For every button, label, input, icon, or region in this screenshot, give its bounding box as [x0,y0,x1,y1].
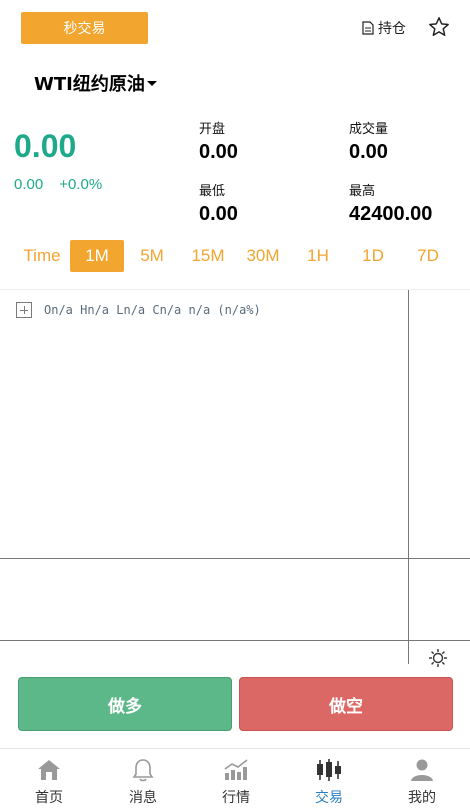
kline-chart[interactable]: On/a Hn/a Ln/a Cn/a n/a (n/a%) [0,289,470,668]
tab-home-label: 首页 [35,790,63,806]
holdings-label: 持仓 [378,21,406,37]
open-label: 开盘 [199,122,226,137]
chart-crosshair-vertical [408,290,409,664]
tab-trade-label: 交易 [315,790,343,806]
home-icon [37,757,61,783]
low-value: 0.00 [199,203,238,225]
timeframe-5m[interactable]: 5M [126,240,178,272]
tab-home[interactable]: 首页 [2,757,96,807]
bottom-tab-bar: 首页 消息 行情 交易 我的 [0,748,470,811]
low-label: 最低 [199,184,226,199]
buy-long-button[interactable]: 做多 [18,677,232,731]
sell-short-button[interactable]: 做空 [239,677,453,731]
ohlc-readout: On/a Hn/a Ln/a Cn/a n/a (n/a%) [44,303,261,317]
timeframe-1h[interactable]: 1H [292,240,344,272]
tab-market[interactable]: 行情 [189,757,283,807]
bell-icon [132,757,154,783]
holdings-link[interactable]: 持仓 [362,18,406,38]
high-label: 最高 [349,184,376,199]
market-chart-icon [223,757,249,783]
change-value: 0.00 [14,176,44,193]
high-value: 42400.00 [349,203,433,225]
symbol-name: WTI纽约原油 [34,74,145,95]
settings-gear-icon[interactable] [428,648,448,668]
timeframe-1m[interactable]: 1M [70,240,124,272]
volume-value: 0.00 [349,141,388,163]
top-bar: 秒交易 持仓 [0,0,470,58]
user-icon [410,757,434,783]
symbol-selector[interactable]: WTI纽约原油 [34,70,157,96]
chart-legend: On/a Hn/a Ln/a Cn/a n/a (n/a%) [16,302,261,318]
last-price: 0.00 [14,128,77,164]
chart-axis-line [0,640,470,641]
star-icon[interactable] [428,16,450,38]
document-icon [362,21,374,35]
chart-crosshair-horizontal [0,558,470,559]
tab-profile-label: 我的 [408,790,436,806]
timeframe-7d[interactable]: 7D [402,240,454,272]
flash-trade-button[interactable]: 秒交易 [21,12,148,44]
timeframe-time[interactable]: Time [14,240,70,272]
price-change: 0.00 +0.0% [14,176,102,193]
timeframe-1d[interactable]: 1D [347,240,399,272]
tab-messages[interactable]: 消息 [96,757,190,807]
change-percent: +0.0% [59,176,103,193]
tab-trade[interactable]: 交易 [282,757,376,807]
timeframe-15m[interactable]: 15M [181,240,235,272]
tab-profile[interactable]: 我的 [375,757,469,807]
candlestick-icon [315,757,343,783]
expand-plus-icon[interactable] [16,302,32,318]
timeframe-30m[interactable]: 30M [236,240,290,272]
volume-label: 成交量 [349,122,389,137]
timeframe-bar: Time 1M 5M 15M 30M 1H 1D 7D [0,238,470,274]
tab-market-label: 行情 [222,790,250,806]
tab-messages-label: 消息 [129,790,157,806]
open-value: 0.00 [199,141,238,163]
caret-down-icon [146,80,157,86]
